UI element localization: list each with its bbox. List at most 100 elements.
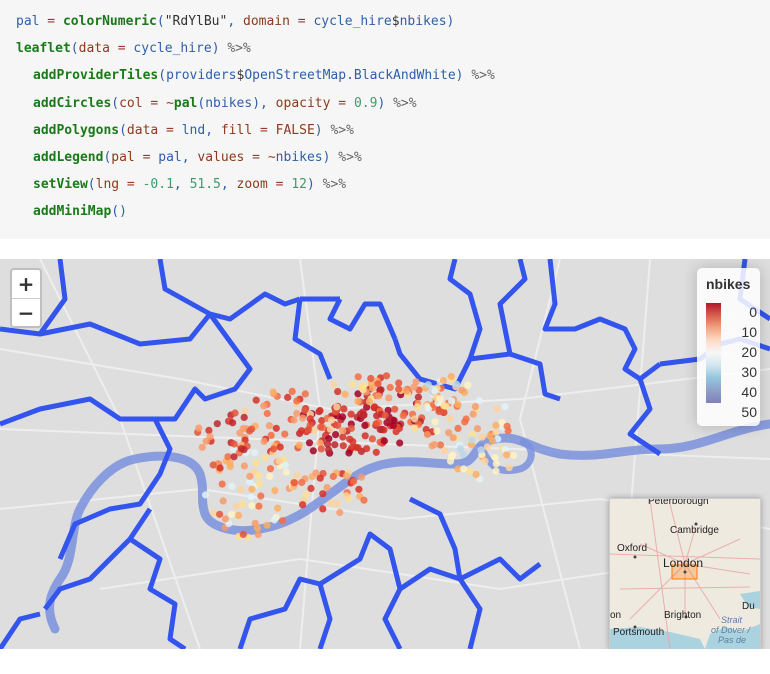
code-line-8: addMiniMap() xyxy=(33,204,127,219)
bike-station-circle xyxy=(261,454,269,462)
bike-station-circle xyxy=(237,485,245,494)
bike-station-circle xyxy=(240,446,248,454)
bike-station-circle xyxy=(446,457,455,465)
bike-station-circle xyxy=(230,440,238,448)
bike-station-circle xyxy=(328,416,336,424)
minimap-label-london: London xyxy=(663,556,704,570)
code-line-4: addCircles(col = ~pal(nbikes), opacity =… xyxy=(33,96,417,111)
bike-station-circle xyxy=(359,386,367,394)
minimap-label-brighton: Brighton xyxy=(664,610,702,621)
bike-station-circle xyxy=(347,424,355,432)
bike-station-circle xyxy=(339,442,347,450)
bike-station-circle xyxy=(317,423,325,431)
bike-station-circle xyxy=(430,441,439,449)
bike-station-circle xyxy=(288,387,296,395)
bike-station-circle xyxy=(301,390,309,398)
bike-station-circle xyxy=(361,421,369,429)
bike-station-circle xyxy=(395,379,403,387)
bike-station-circle xyxy=(447,372,455,381)
minimap-label-peterborough: Peterborough xyxy=(648,498,709,507)
bike-station-circle xyxy=(431,387,439,395)
bike-station-circle xyxy=(235,511,243,519)
bike-station-circle xyxy=(299,414,307,422)
bike-station-circle xyxy=(345,449,353,457)
bike-station-circle xyxy=(226,459,234,467)
bike-station-circle xyxy=(448,397,456,405)
bike-station-circle xyxy=(357,473,366,481)
zoom-out-button[interactable]: − xyxy=(12,299,40,327)
bike-station-circle xyxy=(452,380,461,388)
bike-station-circle xyxy=(252,459,260,467)
bike-station-circle xyxy=(386,383,394,392)
bike-station-circle xyxy=(439,376,447,385)
bike-station-circle xyxy=(266,472,274,480)
bike-station-circle xyxy=(436,395,444,403)
bike-station-circle xyxy=(334,421,342,429)
bike-station-circle xyxy=(254,472,263,480)
bike-station-circle xyxy=(403,387,411,395)
bike-station-circle xyxy=(333,403,341,411)
zoom-control: + − xyxy=(10,268,42,328)
code-line-5: addPolygons(data = lnd, fill = FALSE) %>… xyxy=(33,123,354,138)
bike-station-circle xyxy=(278,517,287,525)
minimap-label-pas-de: Pas de xyxy=(718,635,747,645)
bike-station-circle xyxy=(382,372,391,380)
bike-station-circle xyxy=(374,380,382,388)
bike-station-circle xyxy=(343,472,351,480)
bike-station-circle xyxy=(492,421,500,429)
bike-station-circle xyxy=(323,484,331,492)
bike-station-circle xyxy=(339,427,347,435)
bike-station-circle xyxy=(282,468,290,476)
legend-label: 20 xyxy=(741,344,757,360)
legend-label: 0 xyxy=(749,304,757,320)
bike-station-circle xyxy=(456,445,464,453)
bike-station-circle xyxy=(441,447,449,455)
bike-station-circle xyxy=(414,393,422,401)
bike-station-circle xyxy=(298,478,306,487)
bike-station-circle xyxy=(350,477,358,486)
bike-station-circle xyxy=(266,465,275,473)
bike-station-circle xyxy=(209,509,217,517)
bike-station-circle xyxy=(489,437,497,445)
bike-station-circle xyxy=(326,425,334,433)
bike-station-circle xyxy=(355,485,363,493)
leaflet-map[interactable]: + − nbikes 0 10 20 30 40 50 Peterborough… xyxy=(0,259,770,649)
bike-station-circle xyxy=(274,504,282,512)
bike-station-circle xyxy=(330,380,338,389)
bike-station-circle xyxy=(216,464,224,472)
bike-station-circle xyxy=(395,385,403,393)
bike-station-circle xyxy=(230,453,238,461)
minimap[interactable]: Peterborough Cambridge Oxford London Bri… xyxy=(609,498,761,649)
zoom-in-button[interactable]: + xyxy=(12,270,40,299)
bike-station-circle xyxy=(269,388,277,396)
bike-station-circle xyxy=(367,374,375,383)
bike-station-circle xyxy=(263,521,271,529)
bike-station-circle xyxy=(329,472,337,481)
bike-station-circle xyxy=(265,422,273,430)
bike-station-circle xyxy=(324,440,332,448)
bike-station-circle xyxy=(331,441,339,449)
bike-station-circle xyxy=(433,427,441,435)
bike-station-circle xyxy=(460,465,468,473)
bike-station-circle xyxy=(389,422,397,430)
bike-station-circle xyxy=(209,461,217,469)
code-line-3: addProviderTiles(providers$OpenStreetMap… xyxy=(33,68,495,83)
bike-station-circle xyxy=(342,492,350,500)
bike-station-circle xyxy=(307,484,315,492)
bike-station-circle xyxy=(339,433,347,441)
bike-station-circle xyxy=(316,406,324,415)
bike-station-circle xyxy=(293,397,301,405)
bike-station-circle xyxy=(319,490,327,498)
bike-station-circle xyxy=(306,415,314,423)
bike-station-circle xyxy=(503,451,511,459)
bike-station-circle xyxy=(365,398,373,406)
bike-station-circle xyxy=(380,437,388,445)
bike-station-circle xyxy=(246,472,254,480)
bike-station-circle xyxy=(305,439,314,447)
legend-label: 40 xyxy=(741,384,757,400)
bike-station-circle xyxy=(205,426,213,434)
code-line-7: setView(lng = -0.1, 51.5, zoom = 12) %>% xyxy=(33,177,347,192)
bike-station-circle xyxy=(309,447,317,455)
bike-station-circle xyxy=(206,433,214,441)
bike-station-circle xyxy=(195,424,203,432)
